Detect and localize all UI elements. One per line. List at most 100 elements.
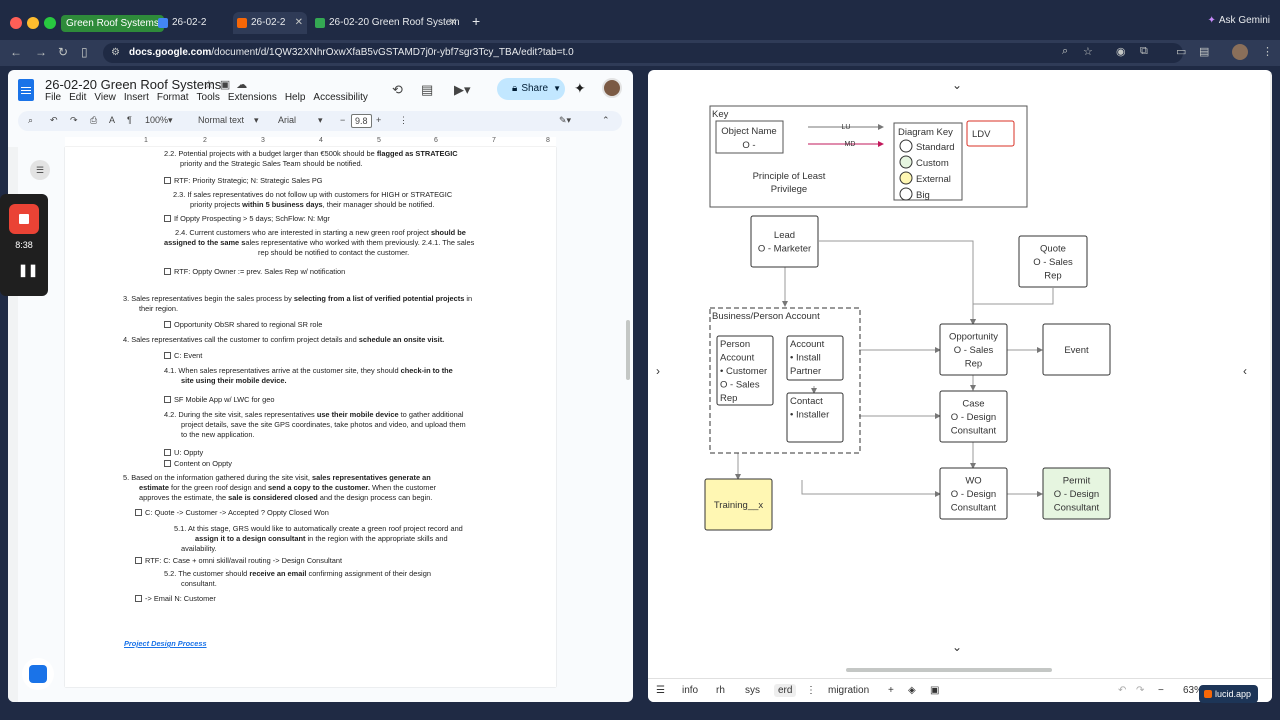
lucid-app-badge[interactable]: lucid.app	[1199, 685, 1259, 703]
diagram-node-opportunity[interactable]: Opportunity O - Sales Rep	[939, 323, 1008, 376]
diagram-node-account[interactable]: Account • Install Partner	[786, 335, 844, 381]
increase-font-icon[interactable]: +	[376, 115, 381, 125]
sidebar-icon[interactable]: ▯	[81, 45, 88, 59]
print-icon[interactable]: ⎙	[90, 115, 97, 126]
close-tab-icon[interactable]: ✕	[295, 12, 303, 34]
menu-help[interactable]: Help	[285, 92, 306, 103]
spellcheck-icon[interactable]: A	[109, 115, 115, 125]
menu-insert[interactable]: Insert	[124, 92, 149, 103]
chevron-down-icon[interactable]: ▾	[318, 115, 323, 126]
diagram-node-contact[interactable]: Contact • Installer	[786, 392, 844, 443]
diagram-node-event[interactable]: Event	[1042, 323, 1111, 376]
add-page-icon[interactable]: +	[888, 685, 894, 696]
page-tab-sys[interactable]: sys	[745, 685, 760, 696]
page-tab-rh[interactable]: rh	[716, 685, 725, 696]
collapse-menus-icon[interactable]: ⌃	[602, 115, 610, 126]
undo-icon[interactable]: ↶	[1118, 685, 1126, 696]
profile-avatar[interactable]	[1232, 44, 1248, 60]
chevron-down-icon[interactable]: ▼	[553, 78, 561, 100]
url-field[interactable]: ⚙ docs.google.com/document/d/1QW32XNhrOxw…	[103, 43, 1183, 63]
document-title[interactable]: 26-02-20 Green Roof Systems	[45, 77, 221, 92]
diagram-node-lead[interactable]: Lead O - Marketer	[750, 215, 819, 268]
new-tab-icon[interactable]: +	[472, 13, 480, 29]
star-icon[interactable]: ☆	[204, 79, 220, 91]
tab-sheets[interactable]: 26-02-20 Green Roof System ✕	[311, 12, 461, 34]
reading-mode-icon[interactable]: ▤	[1199, 45, 1209, 58]
task-checkbox[interactable]	[164, 352, 171, 359]
diagram-node-training[interactable]: Training__x	[704, 478, 773, 531]
layers-icon[interactable]: ◈	[908, 685, 916, 696]
comments-icon[interactable]: ▤	[421, 82, 433, 98]
decrease-font-icon[interactable]: −	[340, 115, 345, 125]
menu-extensions[interactable]: Extensions	[228, 92, 277, 103]
menu-accessibility[interactable]: Accessibility	[313, 92, 367, 103]
minimize-window-button[interactable]	[27, 17, 39, 29]
puzzle-icon[interactable]: ⧉	[1140, 45, 1148, 58]
redo-icon[interactable]: ↷	[70, 115, 78, 126]
camera-bubble-button[interactable]	[22, 658, 54, 690]
back-icon[interactable]: ←	[10, 45, 22, 59]
zoom-out-icon[interactable]: −	[1158, 685, 1164, 696]
bookmark-star-icon[interactable]: ☆	[1083, 45, 1093, 58]
more-menu-icon[interactable]: ⋮	[1262, 45, 1273, 58]
diagram-node-case[interactable]: Case O - Design Consultant	[939, 390, 1008, 443]
zoom-select[interactable]: 100%	[145, 115, 168, 125]
document-outline-icon[interactable]: ☰	[30, 160, 50, 180]
tab-lucid[interactable]: 26-02-2 ✕	[233, 12, 307, 34]
forward-icon[interactable]: →	[35, 45, 47, 59]
close-tab-icon[interactable]: ✕	[449, 12, 457, 34]
task-checkbox[interactable]	[164, 268, 171, 275]
task-checkbox[interactable]	[164, 177, 171, 184]
menu-edit[interactable]: Edit	[69, 92, 86, 103]
page-settings-icon[interactable]: ▣	[930, 685, 939, 696]
menu-tools[interactable]: Tools	[197, 92, 220, 103]
menu-file[interactable]: File	[45, 92, 61, 103]
task-checkbox[interactable]	[164, 215, 171, 222]
user-avatar[interactable]	[602, 78, 622, 98]
meet-icon[interactable]: ▶▾	[454, 82, 471, 98]
chevron-down-icon[interactable]: ▾	[254, 115, 259, 126]
task-checkbox[interactable]	[164, 460, 171, 467]
page-tab-erd[interactable]: erd	[774, 684, 797, 697]
page-tab-info[interactable]: info	[682, 685, 698, 696]
page-tab-migration[interactable]: migration	[828, 685, 869, 696]
tab-docs[interactable]: 26-02-2	[154, 12, 230, 34]
diagram-node-wo[interactable]: WO O - Design Consultant	[939, 467, 1008, 520]
task-checkbox[interactable]	[164, 321, 171, 328]
style-select[interactable]: Normal text	[198, 115, 244, 125]
docs-logo-icon[interactable]	[18, 79, 34, 101]
version-history-icon[interactable]: ⟲	[392, 82, 403, 98]
document-scrollbar[interactable]	[626, 320, 630, 380]
page-tab-more-icon[interactable]: ⋮	[806, 685, 816, 696]
site-info-icon[interactable]: ⚙	[111, 43, 120, 63]
diagram-node-quote[interactable]: Quote O - Sales Rep	[1018, 235, 1088, 288]
extension-icon[interactable]: ◉	[1116, 45, 1126, 58]
font-select[interactable]: Arial	[278, 115, 296, 125]
undo-icon[interactable]: ↶	[50, 115, 58, 126]
menu-format[interactable]: Format	[157, 92, 189, 103]
maximize-window-button[interactable]	[44, 17, 56, 29]
search-menus-icon[interactable]: ⌕	[28, 115, 33, 126]
task-checkbox[interactable]	[135, 595, 142, 602]
diagram-node-permit[interactable]: Permit O - Design Consultant	[1042, 467, 1111, 520]
share-button[interactable]: 🔒︎ Share ▼	[497, 78, 565, 100]
font-size-input[interactable]: 9.8	[351, 114, 372, 128]
redo-icon[interactable]: ↷	[1136, 685, 1144, 696]
tab-group-label[interactable]: Green Roof Systems	[61, 15, 164, 32]
cast-icon[interactable]: ▭	[1176, 45, 1186, 58]
diagram-key-panel[interactable]: Key Object Name O - LU MD Principle of L…	[709, 105, 1028, 208]
more-tools-icon[interactable]: ⋮	[399, 115, 408, 126]
ask-gemini-button[interactable]: ✦ Ask Gemini	[1207, 15, 1270, 26]
search-icon[interactable]: ⌕	[1062, 45, 1068, 58]
pause-icon[interactable]: ❚❚	[18, 263, 38, 277]
task-checkbox[interactable]	[164, 396, 171, 403]
reload-icon[interactable]: ↻	[58, 45, 68, 59]
diagram-node-person-account[interactable]: Person Account • Customer O - Sales Rep	[716, 335, 774, 406]
document-page[interactable]: Project Design Process 2.2. Potential pr…	[65, 147, 556, 687]
stop-recording-button[interactable]	[9, 204, 39, 234]
page-list-icon[interactable]: ☰	[656, 685, 665, 696]
move-folder-icon[interactable]: ▣	[220, 79, 236, 91]
gemini-icon[interactable]: ✦	[574, 80, 586, 97]
menu-view[interactable]: View	[94, 92, 116, 103]
project-design-process-link[interactable]: Project Design Process	[124, 639, 207, 649]
